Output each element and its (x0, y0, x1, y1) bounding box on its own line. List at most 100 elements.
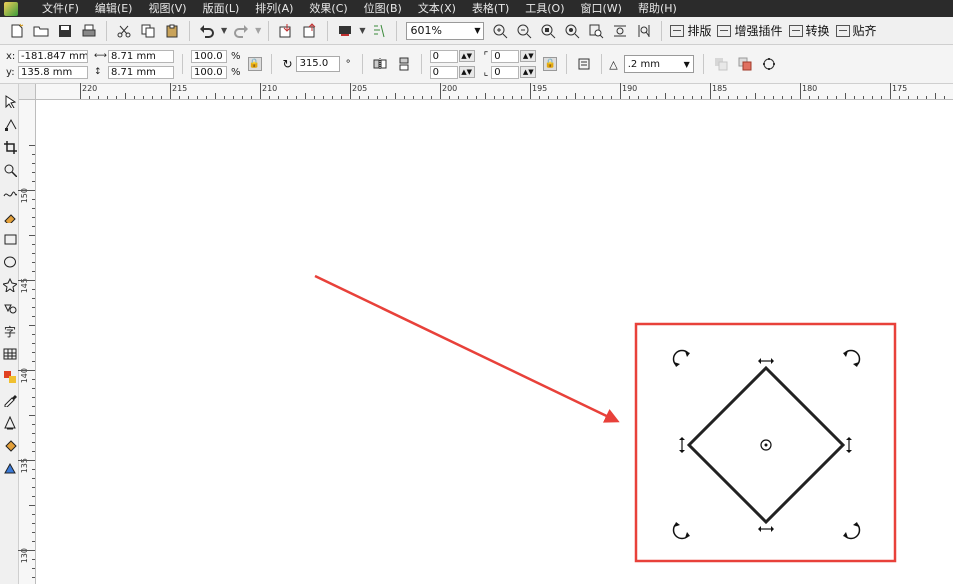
menu-file[interactable]: 文件(F) (34, 0, 87, 17)
corner-a1-value[interactable]: 0 (429, 49, 458, 63)
menu-text[interactable]: 文本(X) (410, 0, 464, 17)
menu-bitmaps[interactable]: 位图(B) (356, 0, 410, 17)
to-front-icon[interactable] (710, 53, 732, 75)
launcher-dropdown-icon[interactable]: ▼ (359, 26, 365, 35)
tool-interactive-fill-icon[interactable] (1, 460, 19, 478)
tool-smart-fill-icon[interactable] (1, 207, 19, 225)
skew-handle-left[interactable] (679, 437, 685, 453)
corner-b2-value[interactable]: 0 (491, 65, 520, 79)
tool-shape-icon[interactable] (1, 115, 19, 133)
menu-effects[interactable]: 效果(C) (301, 0, 355, 17)
menu-window[interactable]: 窗口(W) (573, 0, 630, 17)
corner-b1-field[interactable]: ⌜ 0 ▲▼ (484, 49, 537, 63)
zoom-out-icon[interactable] (513, 20, 535, 42)
convert-plugin-button[interactable]: 转换 (786, 20, 833, 42)
rotation-center-icon[interactable] (760, 439, 772, 451)
save-icon[interactable] (54, 20, 76, 42)
corner-a1-field[interactable]: 0 ▲▼ (429, 49, 475, 63)
paste-icon[interactable] (161, 20, 183, 42)
horizontal-ruler[interactable]: 220 215 210 205 200 195 190 185 180 175 (36, 83, 953, 100)
tool-outline-icon[interactable] (1, 414, 19, 432)
width-field[interactable]: ⟷ 8.71 mm (94, 49, 174, 63)
scale-x-value[interactable]: 100.0 (191, 49, 227, 63)
print-icon[interactable] (78, 20, 100, 42)
layout-plugin-button[interactable]: 排版 (667, 20, 714, 42)
spin-arrows-icon[interactable]: ▲▼ (458, 66, 475, 78)
x-position-value[interactable]: -181.847 mm (18, 49, 88, 63)
convert-to-curves-icon[interactable] (758, 53, 780, 75)
y-position-field[interactable]: y: 135.8 mm (6, 65, 88, 79)
zoom-in-icon[interactable] (489, 20, 511, 42)
rotate-handle-bottom-right[interactable] (843, 522, 861, 540)
tool-blend-icon[interactable] (1, 368, 19, 386)
lock-ratio-icon[interactable]: 🔒 (247, 57, 262, 71)
import-icon[interactable] (275, 20, 297, 42)
zoom-page-height-icon[interactable] (633, 20, 655, 42)
scale-y-value[interactable]: 100.0 (191, 65, 227, 79)
tool-crop-icon[interactable] (1, 138, 19, 156)
y-position-value[interactable]: 135.8 mm (18, 65, 88, 79)
tool-zoom-icon[interactable] (1, 161, 19, 179)
rotate-handle-bottom-left[interactable] (672, 522, 690, 540)
outline-width-combo[interactable]: .2 mm ▼ (623, 55, 694, 73)
corner-a2-field[interactable]: 0 ▲▼ (429, 65, 475, 79)
rotate-handle-top-left[interactable] (672, 349, 690, 367)
menu-help[interactable]: 帮助(H) (630, 0, 685, 17)
tool-table-icon[interactable] (1, 345, 19, 363)
zoom-to-page-icon[interactable] (585, 20, 607, 42)
tool-eyedropper-icon[interactable] (1, 391, 19, 409)
x-position-field[interactable]: x: -181.847 mm (6, 49, 88, 63)
menu-view[interactable]: 视图(V) (140, 0, 194, 17)
enhance-plugin-button[interactable]: 增强插件 (714, 20, 785, 42)
welcome-screen-icon[interactable] (368, 20, 390, 42)
redo-icon[interactable] (230, 20, 252, 42)
menu-arrange[interactable]: 排列(A) (247, 0, 301, 17)
menu-layout[interactable]: 版面(L) (195, 0, 248, 17)
ruler-origin[interactable] (19, 84, 36, 100)
corner-b1-value[interactable]: 0 (491, 49, 520, 63)
menu-edit[interactable]: 编辑(E) (87, 0, 141, 17)
tool-basic-shapes-icon[interactable] (1, 299, 19, 317)
open-folder-icon[interactable] (30, 20, 52, 42)
zoom-all-objects-icon[interactable] (561, 20, 583, 42)
tool-freehand-icon[interactable] (1, 184, 19, 202)
tool-polygon-icon[interactable] (1, 276, 19, 294)
spin-arrows-icon[interactable]: ▲▼ (458, 50, 475, 62)
undo-icon[interactable] (196, 20, 218, 42)
drawing-canvas[interactable] (37, 101, 953, 584)
skew-handle-right[interactable] (846, 437, 852, 453)
width-value[interactable]: 8.71 mm (108, 49, 174, 63)
scale-x-field[interactable]: 100.0 % (191, 49, 241, 63)
scale-y-field[interactable]: 100.0 % (191, 65, 241, 79)
tool-ellipse-icon[interactable] (1, 253, 19, 271)
zoom-page-width-icon[interactable] (609, 20, 631, 42)
corner-lock-icon[interactable]: 🔒 (543, 57, 558, 71)
snap-plugin-button[interactable]: 贴齐 (833, 20, 880, 42)
redo-dropdown-icon[interactable]: ▼ (255, 26, 261, 35)
corner-b2-field[interactable]: ⌞ 0 ▲▼ (484, 65, 537, 79)
tool-fill-icon[interactable] (1, 437, 19, 455)
to-back-icon[interactable] (734, 53, 756, 75)
spin-arrows-icon[interactable]: ▲▼ (520, 66, 537, 78)
new-document-icon[interactable] (6, 20, 28, 42)
tool-rectangle-icon[interactable] (1, 230, 19, 248)
skew-handle-bottom[interactable] (758, 526, 774, 532)
rotation-field[interactable]: ↻ 315.0 ° (283, 56, 351, 72)
mirror-horizontal-icon[interactable] (369, 53, 391, 75)
mirror-vertical-icon[interactable] (393, 53, 415, 75)
vertical-ruler[interactable]: 150 145 140 135 130 (18, 100, 36, 584)
menu-tools[interactable]: 工具(O) (517, 0, 572, 17)
undo-dropdown-icon[interactable]: ▼ (221, 26, 227, 35)
tool-pick-icon[interactable] (1, 92, 19, 110)
copy-icon[interactable] (137, 20, 159, 42)
export-icon[interactable] (299, 20, 321, 42)
height-field[interactable]: ↕ 8.71 mm (94, 65, 174, 79)
zoom-selected-icon[interactable] (537, 20, 559, 42)
height-value[interactable]: 8.71 mm (108, 65, 174, 79)
rotate-handle-top-right[interactable] (843, 349, 861, 367)
wrap-text-icon[interactable] (573, 53, 595, 75)
skew-handle-top[interactable] (758, 358, 774, 364)
spin-arrows-icon[interactable]: ▲▼ (520, 50, 537, 62)
corner-a2-value[interactable]: 0 (429, 65, 458, 79)
menu-table[interactable]: 表格(T) (464, 0, 517, 17)
